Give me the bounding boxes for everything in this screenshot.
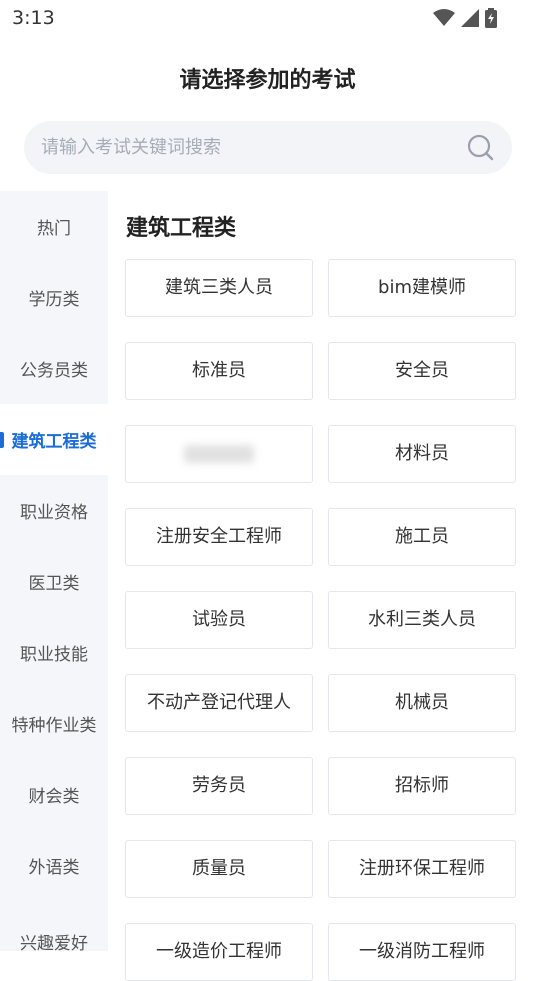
exam-label: 一级消防工程师 — [359, 941, 485, 962]
exam-card[interactable]: 不动产登记代理人 — [125, 674, 313, 732]
exam-label: 材料员 — [395, 443, 449, 464]
section-title: 建筑工程类 — [126, 216, 237, 241]
search-input[interactable] — [41, 121, 441, 174]
exam-card[interactable]: 劳务员 — [125, 757, 313, 815]
status-time: 3:13 — [12, 7, 55, 29]
search-bar[interactable] — [24, 121, 512, 174]
obscured-label-graphic — [184, 445, 254, 463]
exam-card[interactable]: 一级消防工程师 — [328, 923, 516, 981]
sidebar-item-education[interactable]: 学历类 — [0, 262, 108, 333]
exam-card[interactable]: 材料员 — [328, 425, 516, 483]
sidebar-item-label: 职业技能 — [20, 645, 88, 665]
exam-label: 施工员 — [395, 526, 449, 547]
exam-label: 注册安全工程师 — [156, 526, 282, 547]
category-sidebar: 热门 学历类 公务员类 建筑工程类 职业资格 医卫类 职业技能 特种作业类 财会… — [0, 191, 108, 954]
sidebar-item-foreign-language[interactable]: 外语类 — [0, 830, 108, 901]
exam-card[interactable]: 安全员 — [328, 342, 516, 400]
sidebar-item-hobbies[interactable]: 兴趣爱好 — [0, 901, 108, 972]
sidebar-item-label: 特种作业类 — [11, 716, 97, 736]
status-icons — [433, 8, 497, 28]
exam-card[interactable]: bim建模师 — [328, 259, 516, 317]
exam-label: bim建模师 — [378, 277, 466, 298]
exam-label: 劳务员 — [192, 775, 246, 796]
sidebar-item-label: 公务员类 — [20, 361, 88, 381]
exam-card[interactable]: 质量员 — [125, 840, 313, 898]
sidebar-item-label: 财会类 — [28, 787, 80, 807]
page-title: 请选择参加的考试 — [179, 68, 356, 93]
exam-label: 注册环保工程师 — [359, 858, 485, 879]
exam-label: 试验员 — [192, 609, 246, 630]
exam-card[interactable]: 水利三类人员 — [328, 591, 516, 649]
sidebar-item-hot[interactable]: 热门 — [0, 191, 108, 262]
sidebar-item-civil-service[interactable]: 公务员类 — [0, 333, 108, 404]
sidebar-item-vocational-qualification[interactable]: 职业资格 — [0, 475, 108, 546]
exam-label: 一级造价工程师 — [156, 941, 282, 962]
sidebar-item-label: 外语类 — [28, 858, 80, 878]
exam-card[interactable]: 标准员 — [125, 342, 313, 400]
sidebar-item-label: 热门 — [37, 219, 71, 239]
exam-card[interactable]: 施工员 — [328, 508, 516, 566]
wifi-icon — [433, 9, 455, 26]
search-icon[interactable] — [467, 134, 494, 161]
sidebar-item-accounting[interactable]: 财会类 — [0, 759, 108, 830]
exam-label: 招标师 — [395, 775, 449, 796]
exam-label: 不动产登记代理人 — [147, 692, 291, 713]
exam-label: 水利三类人员 — [368, 609, 476, 630]
sidebar-item-label: 建筑工程类 — [11, 432, 97, 452]
exam-label: 机械员 — [395, 692, 449, 713]
exam-card[interactable]: 试验员 — [125, 591, 313, 649]
sidebar-item-construction[interactable]: 建筑工程类 — [0, 404, 108, 475]
sidebar-item-medical[interactable]: 医卫类 — [0, 546, 108, 617]
sidebar-item-label: 学历类 — [28, 290, 80, 310]
sidebar-item-special-operations[interactable]: 特种作业类 — [0, 688, 108, 759]
battery-charging-icon — [485, 8, 497, 28]
exam-label: 安全员 — [395, 360, 449, 381]
exam-label: 建筑三类人员 — [165, 277, 273, 298]
exam-card[interactable]: 一级造价工程师 — [125, 923, 313, 981]
exam-label: 质量员 — [192, 858, 246, 879]
exam-card-obscured[interactable] — [125, 425, 313, 483]
sidebar-item-label: 兴趣爱好 — [20, 934, 88, 954]
exam-card[interactable]: 招标师 — [328, 757, 516, 815]
exam-label: 标准员 — [192, 360, 246, 381]
exam-card[interactable]: 机械员 — [328, 674, 516, 732]
exam-card[interactable]: 注册安全工程师 — [125, 508, 313, 566]
sidebar-item-label: 职业资格 — [20, 503, 88, 523]
sidebar-item-vocational-skills[interactable]: 职业技能 — [0, 617, 108, 688]
exam-card[interactable]: 建筑三类人员 — [125, 259, 313, 317]
exam-card[interactable]: 注册环保工程师 — [328, 840, 516, 898]
sidebar-item-label: 医卫类 — [28, 574, 80, 594]
status-bar: 3:13 — [0, 0, 535, 36]
cellular-signal-icon — [461, 9, 479, 27]
